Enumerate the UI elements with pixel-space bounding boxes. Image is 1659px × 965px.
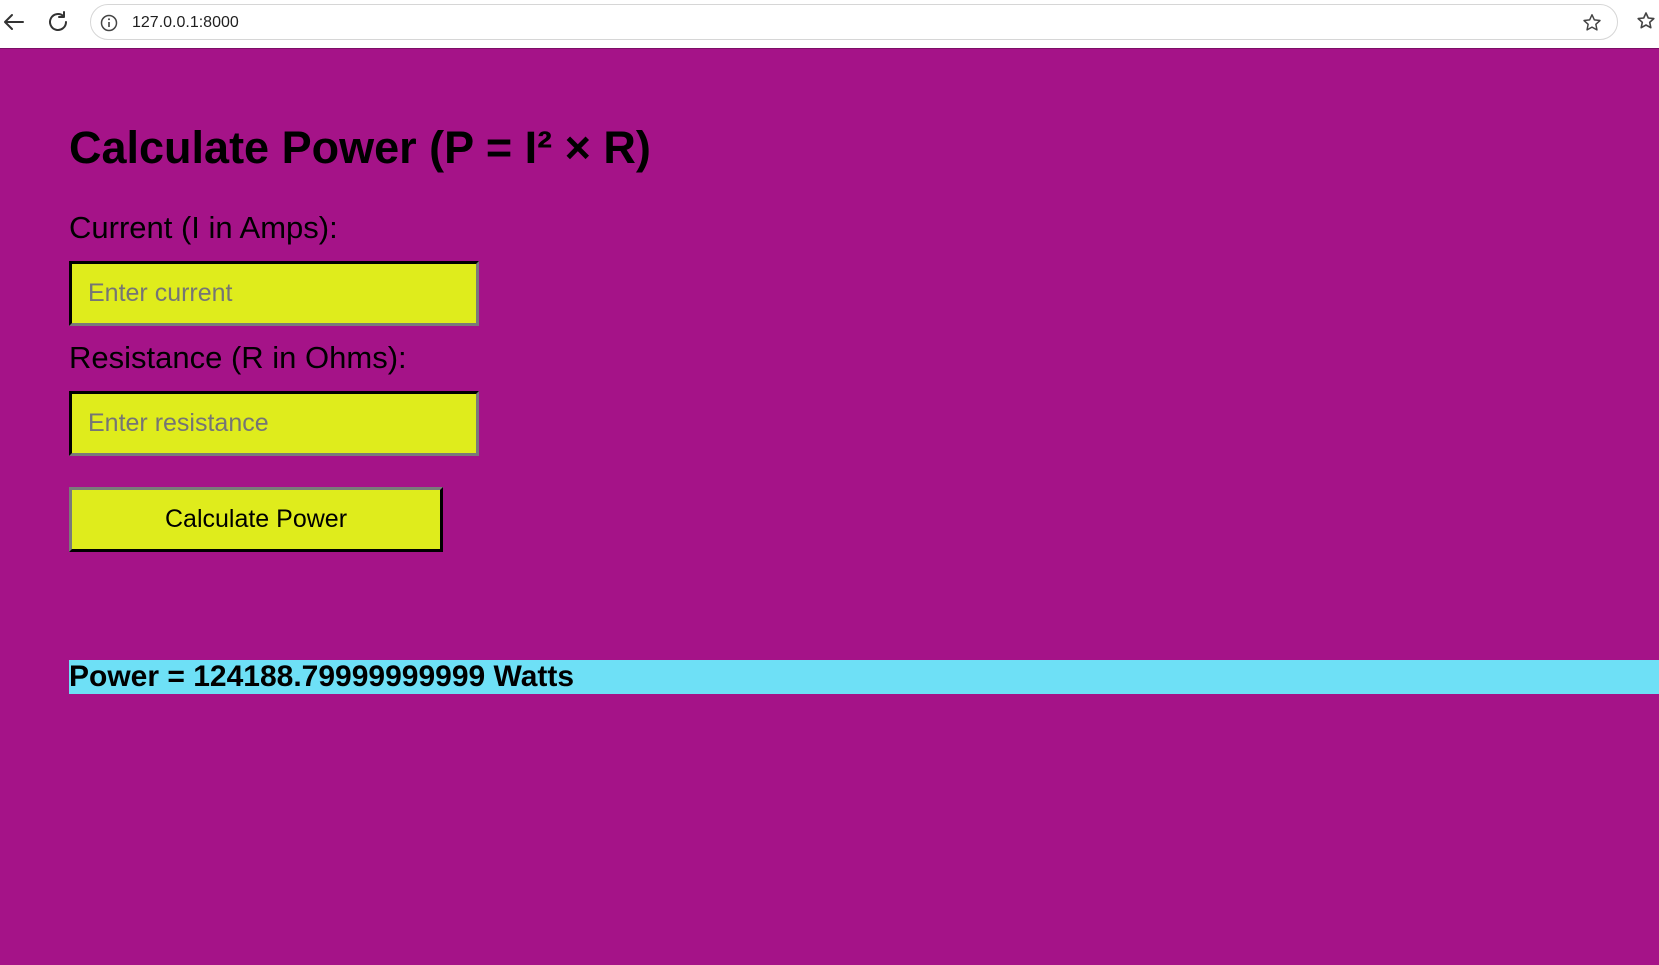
info-icon[interactable] (100, 14, 118, 32)
resistance-label: Resistance (R in Ohms): (69, 340, 407, 375)
calculate-power-button[interactable]: Calculate Power (69, 487, 443, 552)
reload-icon (49, 11, 67, 31)
star-list-icon[interactable] (1636, 10, 1659, 34)
current-label: Current (I in Amps): (69, 210, 338, 245)
browser-toolbar: 127.0.0.1:8000 (0, 0, 1659, 48)
star-icon[interactable] (1581, 12, 1603, 34)
reload-button[interactable] (44, 8, 72, 36)
url-text[interactable]: 127.0.0.1:8000 (132, 14, 239, 32)
power-result: Power = 124188.79999999999 Watts (69, 660, 1659, 694)
arrow-left-icon (4, 14, 24, 30)
page-content: Calculate Power (P = I² × R) Current (I … (0, 48, 1659, 965)
back-button[interactable] (0, 8, 28, 36)
current-input[interactable] (69, 261, 479, 326)
resistance-input[interactable] (69, 391, 479, 456)
address-bar[interactable]: 127.0.0.1:8000 (90, 4, 1618, 40)
page-title: Calculate Power (P = I² × R) (69, 122, 651, 173)
